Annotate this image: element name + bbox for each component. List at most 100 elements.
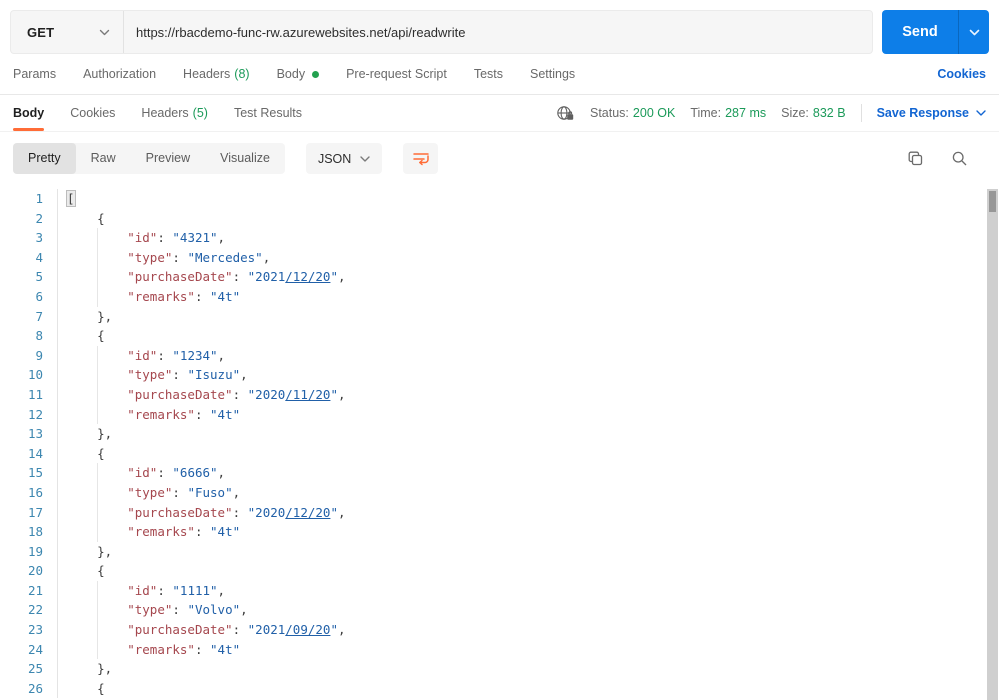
code-line-content: },	[57, 541, 999, 562]
method-label: GET	[27, 24, 55, 40]
line-number: 17	[27, 504, 43, 520]
code-line-content: {	[57, 443, 999, 464]
tab-body[interactable]: Body	[277, 67, 320, 81]
code-line-content: },	[57, 424, 999, 444]
toolbar-right	[907, 150, 986, 167]
code-lines: 1[2 {3 "id": "4321", 4 "type": "Mercedes"…	[0, 189, 999, 699]
code-line-content: "purchaseDate": "2020/12/20",	[57, 502, 999, 523]
indent-guide	[97, 463, 99, 483]
chevron-down-icon[interactable]	[959, 10, 989, 54]
indent-guide	[97, 639, 99, 660]
indent-guide	[97, 228, 99, 248]
view-tab-visualize[interactable]: Visualize	[205, 143, 285, 174]
indent-guide	[97, 482, 99, 503]
status-badge: Status: 200 OK	[590, 106, 676, 120]
indent-guide	[97, 404, 99, 425]
code-line: 6 "remarks": "4t"	[0, 286, 999, 307]
code-line: 23 "purchaseDate": "2021/09/20",	[0, 620, 999, 640]
indent-guide	[97, 345, 99, 366]
scrollbar-thumb[interactable]	[989, 191, 996, 212]
body-modified-dot	[312, 70, 320, 78]
line-number: 21	[27, 582, 43, 598]
line-number: 7	[35, 308, 43, 324]
code-line: 26 {	[0, 678, 999, 699]
size-badge: Size: 832 B	[781, 106, 846, 120]
scrollbar-track[interactable]	[987, 189, 998, 700]
view-tab-pretty[interactable]: Pretty	[13, 143, 76, 174]
response-toolbar: Pretty Raw Preview Visualize JSON	[0, 132, 999, 184]
code-line-content: },	[57, 306, 999, 327]
code-line-content: "type": "Fuso",	[57, 482, 999, 503]
tab-settings[interactable]: Settings	[530, 67, 575, 81]
url-input[interactable]: https://rbacdemo-func-rw.azurewebsites.n…	[124, 11, 872, 53]
time-value: 287 ms	[725, 106, 767, 120]
line-number: 24	[27, 641, 43, 657]
size-value: 832 B	[812, 106, 846, 120]
send-button-label: Send	[902, 24, 938, 40]
line-number: 6	[35, 288, 43, 304]
code-line-content: },	[57, 659, 999, 679]
code-line: 15 "id": "6666",	[0, 463, 999, 483]
method-selector[interactable]: GET	[11, 11, 123, 53]
code-line-content: "purchaseDate": "2021/12/20",	[57, 267, 999, 287]
code-line-content: "id": "6666",	[57, 463, 999, 483]
url-box: GET https://rbacdemo-func-rw.azurewebsit…	[10, 10, 873, 54]
line-number: 3	[35, 230, 43, 246]
code-line-content: "purchaseDate": "2021/09/20",	[57, 620, 999, 640]
code-line: 25 },	[0, 659, 999, 679]
tab-pre-request-script[interactable]: Pre-request Script	[346, 67, 447, 81]
line-number: 20	[27, 563, 43, 579]
code-line: 19 },	[0, 541, 999, 562]
response-body-editor[interactable]: 1[2 {3 "id": "4321", 4 "type": "Mercedes"…	[0, 184, 999, 700]
line-number: 19	[27, 543, 43, 559]
code-line: 8 {	[0, 326, 999, 346]
code-line-content: "type": "Mercedes",	[57, 247, 999, 268]
request-tabs: Params Authorization Headers (8) Body Pre…	[0, 54, 999, 95]
code-line-content: "id": "4321",	[57, 228, 999, 248]
code-line: 5 "purchaseDate": "2021/12/20",	[0, 267, 999, 287]
tab-headers[interactable]: Headers (8)	[183, 67, 250, 81]
copy-icon[interactable]	[907, 150, 924, 167]
code-line-content: "remarks": "4t"	[57, 639, 999, 660]
line-number: 25	[27, 661, 43, 677]
cookies-link[interactable]: Cookies	[937, 67, 986, 81]
code-line: 13 },	[0, 424, 999, 444]
code-line: 24 "remarks": "4t"	[0, 639, 999, 660]
indent-guide	[97, 286, 99, 307]
response-tab-cookies[interactable]: Cookies	[70, 95, 115, 131]
response-header: Body Cookies Headers (5) Test Results Sta…	[0, 95, 999, 132]
code-line-content: [	[57, 189, 999, 209]
response-tab-headers[interactable]: Headers (5)	[141, 95, 208, 131]
send-button[interactable]: Send	[882, 10, 989, 54]
code-line-content: "type": "Isuzu",	[57, 365, 999, 385]
response-tab-test-results[interactable]: Test Results	[234, 95, 302, 131]
line-number: 22	[27, 602, 43, 618]
wrap-text-icon[interactable]	[403, 143, 439, 174]
line-number: 1	[35, 191, 43, 206]
indent-guide	[97, 620, 99, 640]
tab-params[interactable]: Params	[13, 67, 56, 81]
language-selector[interactable]: JSON	[305, 143, 383, 174]
line-number: 2	[35, 210, 43, 226]
indent-guide	[97, 600, 99, 621]
view-tab-raw[interactable]: Raw	[76, 143, 131, 174]
response-meta: Status: 200 OK Time: 287 ms Size: 832 B …	[556, 95, 986, 131]
search-icon[interactable]	[951, 150, 968, 167]
indent-guide	[97, 502, 99, 523]
tab-tests[interactable]: Tests	[474, 67, 503, 81]
indent-guide	[97, 384, 99, 405]
tab-authorization[interactable]: Authorization	[83, 67, 156, 81]
indent-guide	[97, 522, 99, 542]
code-line: 7 },	[0, 306, 999, 327]
code-line-content: {	[57, 326, 999, 346]
save-response-button[interactable]: Save Response	[877, 106, 986, 120]
response-tab-body[interactable]: Body	[13, 95, 45, 131]
line-number: 9	[35, 347, 43, 363]
code-line: 12 "remarks": "4t"	[0, 404, 999, 425]
globe-lock-icon[interactable]	[556, 105, 575, 122]
code-line: 1[	[0, 189, 999, 209]
headers-count-badge: (8)	[234, 67, 250, 81]
code-line: 21 "id": "1111",	[0, 580, 999, 601]
view-tab-preview[interactable]: Preview	[131, 143, 205, 174]
code-line-content: "id": "1234",	[57, 345, 999, 366]
